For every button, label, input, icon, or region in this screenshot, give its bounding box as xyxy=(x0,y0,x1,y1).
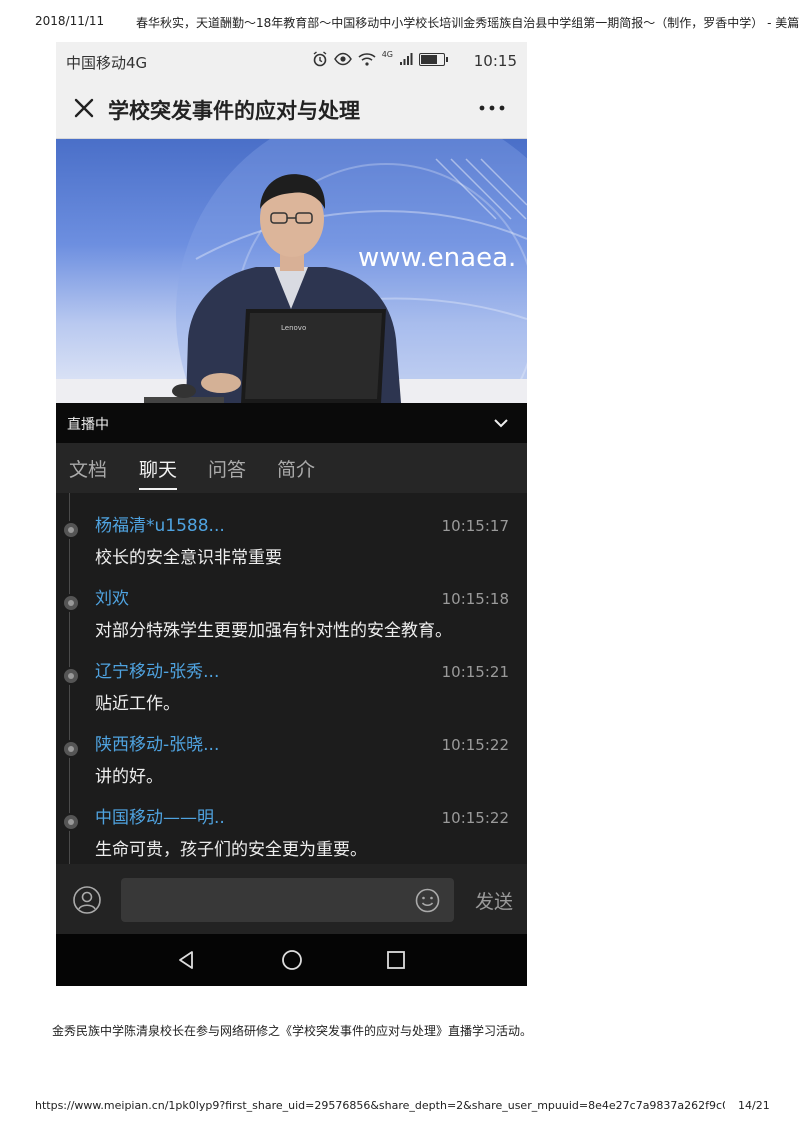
send-button[interactable]: 发送 xyxy=(475,887,513,914)
chevron-down-icon[interactable] xyxy=(493,415,509,431)
chat-message: 杨福清*u1588... 10:15:17 校长的安全意识非常重要 xyxy=(56,493,527,568)
battery-icon xyxy=(419,52,448,66)
page-number: 14/21 xyxy=(738,1099,770,1112)
back-icon[interactable] xyxy=(175,949,197,971)
message-username[interactable]: 陕西移动-张晓... xyxy=(95,730,219,755)
message-text: 讲的好。 xyxy=(95,767,163,787)
carrier-label: 中国移动4G xyxy=(66,54,148,72)
message-time: 10:15:17 xyxy=(441,517,509,535)
status-time: 10:15 xyxy=(473,52,517,70)
print-footer: https://www.meipian.cn/1pk0lyp9?first_sh… xyxy=(0,1099,800,1119)
message-bubble-icon xyxy=(62,594,80,612)
message-time: 10:15:22 xyxy=(441,809,509,827)
message-time: 10:15:18 xyxy=(441,590,509,608)
user-avatar-icon[interactable] xyxy=(72,885,102,915)
recent-apps-icon[interactable] xyxy=(385,949,407,971)
chat-input-bar: 发送 xyxy=(56,864,527,934)
message-text: 贴近工作。 xyxy=(95,694,180,714)
tab-intro[interactable]: 简介 xyxy=(277,455,315,482)
android-nav-bar xyxy=(56,934,527,986)
chat-list[interactable]: 杨福清*u1588... 10:15:17 校长的安全意识非常重要 刘欢 10:… xyxy=(56,493,527,864)
page-title: 学校突发事件的应对与处理 xyxy=(108,99,360,123)
network-type-label: 4G xyxy=(381,49,393,59)
tab-qa[interactable]: 问答 xyxy=(208,455,246,482)
print-title: 春华秋实，天道酬勤～18年教育部～中国移动中小学校长培训金秀瑶族自治县中学组第一… xyxy=(136,16,800,30)
tab-bar: 文档 聊天 问答 简介 xyxy=(56,443,527,493)
message-bubble-icon xyxy=(62,667,80,685)
wifi-icon xyxy=(358,53,376,66)
message-username[interactable]: 杨福清*u1588... xyxy=(95,511,225,536)
message-time: 10:15:22 xyxy=(441,736,509,754)
alarm-icon xyxy=(313,51,327,67)
message-username[interactable]: 辽宁移动-张秀... xyxy=(95,657,219,682)
message-bubble-icon xyxy=(62,521,80,539)
print-date: 2018/11/11 xyxy=(35,14,105,28)
chat-input[interactable] xyxy=(121,878,454,922)
chat-message: 刘欢 10:15:18 对部分特殊学生更要加强有针对性的安全教育。 xyxy=(56,566,527,641)
chat-message: 中国移动——明.. 10:15:22 生命可贵，孩子们的安全更为重要。 xyxy=(56,785,527,860)
chat-message: 辽宁移动-张秀... 10:15:21 贴近工作。 xyxy=(56,639,527,714)
navbar: 学校突发事件的应对与处理 xyxy=(56,80,527,139)
live-status-bar: 直播中 xyxy=(56,403,527,443)
message-text: 生命可贵，孩子们的安全更为重要。 xyxy=(95,840,367,860)
status-icons: 4G xyxy=(312,49,448,67)
close-icon[interactable] xyxy=(70,94,98,122)
phone-screenshot: 中国移动4G 4G 10:15 学校突发事件的应对与处理 www.enaea. xyxy=(56,42,527,986)
presenter-figure: Lenovo xyxy=(144,174,401,403)
live-status-label: 直播中 xyxy=(67,417,109,433)
message-username[interactable]: 刘欢 xyxy=(95,584,129,609)
message-bubble-icon xyxy=(62,740,80,758)
tab-documents[interactable]: 文档 xyxy=(69,455,107,482)
message-time: 10:15:21 xyxy=(441,663,509,681)
more-options-icon[interactable] xyxy=(477,98,507,118)
message-text: 对部分特殊学生更要加强有针对性的安全教育。 xyxy=(95,621,452,641)
chat-message: 陕西移动-张晓... 10:15:22 讲的好。 xyxy=(56,712,527,787)
print-header: 2018/11/11 春华秋实，天道酬勤～18年教育部～中国移动中小学校长培训金… xyxy=(0,14,800,34)
message-username[interactable]: 中国移动——明.. xyxy=(95,803,225,828)
home-icon[interactable] xyxy=(281,949,303,971)
image-caption: 金秀民族中学陈清泉校长在参与网络研修之《学校突发事件的应对与处理》直播学习活动。 xyxy=(52,1024,533,1038)
status-bar: 中国移动4G 4G 10:15 xyxy=(56,42,527,80)
signal-icon xyxy=(400,53,413,65)
print-url[interactable]: https://www.meipian.cn/1pk0lyp9?first_sh… xyxy=(35,1099,725,1112)
live-video-player[interactable]: www.enaea. Lenovo xyxy=(56,139,527,403)
message-text: 校长的安全意识非常重要 xyxy=(95,548,282,568)
laptop-brand-label: Lenovo xyxy=(281,324,306,332)
message-bubble-icon xyxy=(62,813,80,831)
eye-icon xyxy=(333,52,352,66)
emoji-icon[interactable] xyxy=(415,888,440,913)
tab-chat[interactable]: 聊天 xyxy=(139,455,178,490)
